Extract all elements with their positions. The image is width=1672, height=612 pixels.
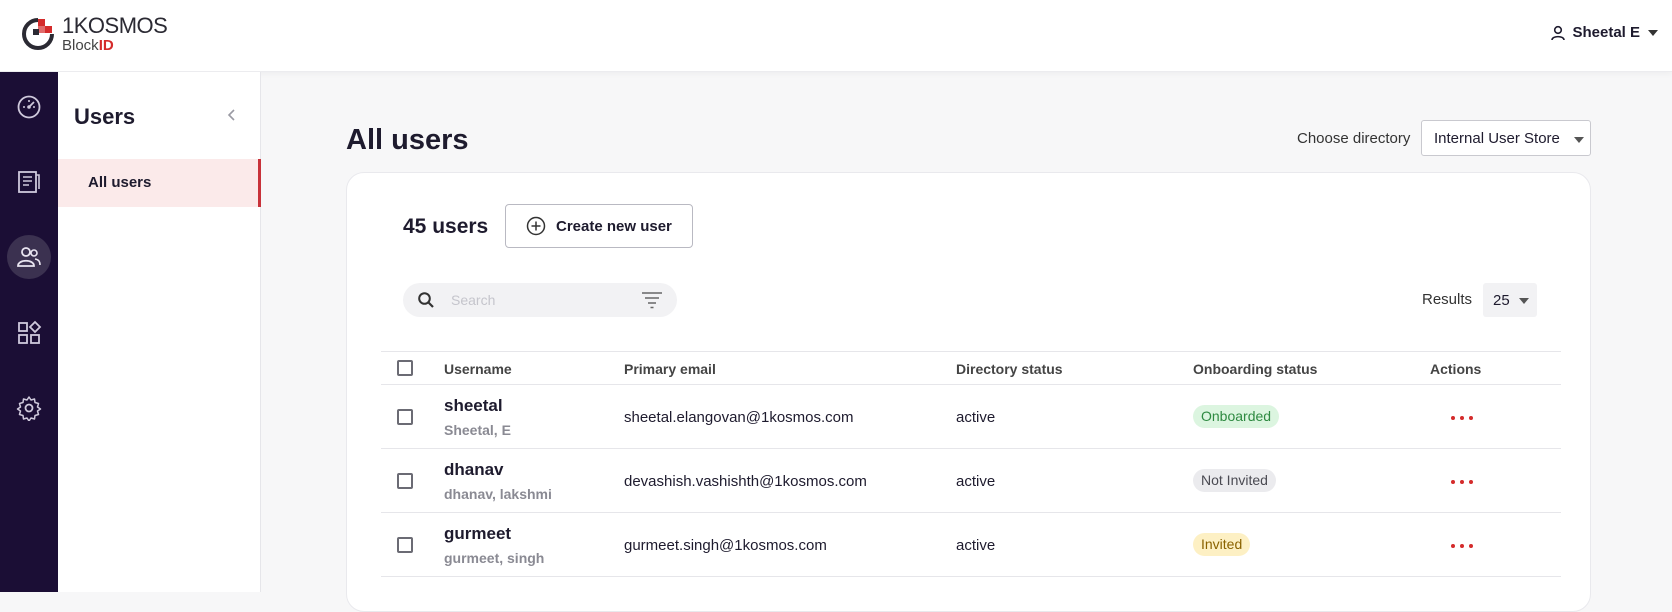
user-email: devashish.vashishth@1kosmos.com [624, 473, 867, 490]
username[interactable]: dhanav [444, 460, 504, 480]
users-table: Username Primary email Directory status … [381, 351, 1561, 577]
reports-nav[interactable] [7, 160, 51, 204]
directory-select[interactable]: Internal User Store [1421, 120, 1591, 156]
column-header-directory-status[interactable]: Directory status [956, 361, 1063, 377]
search-icon [418, 292, 434, 308]
users-card: 45 users Create new user Results 25 User… [346, 172, 1591, 612]
filter-icon[interactable] [641, 291, 663, 309]
user-full-name: gurmeet, singh [444, 550, 545, 566]
results-value: 25 [1493, 292, 1510, 309]
collapse-sidebar-button[interactable] [226, 108, 238, 127]
username[interactable]: sheetal [444, 396, 503, 416]
create-user-button[interactable]: Create new user [505, 204, 693, 248]
row-actions-button[interactable] [1451, 416, 1473, 420]
top-bar: 1KOSMOS BlockID Sheetal E [0, 0, 1672, 72]
user-full-name: dhanav, lakshmi [444, 486, 552, 502]
apps-nav[interactable] [7, 311, 51, 355]
create-user-label: Create new user [556, 217, 672, 235]
settings-nav[interactable] [7, 386, 51, 430]
logo-sub-text: BlockID [62, 37, 114, 54]
directory-label: Choose directory [1297, 130, 1411, 147]
results-per-page-select[interactable]: 25 [1483, 283, 1537, 317]
user-count: 45 users [403, 215, 489, 238]
user-icon [1551, 25, 1566, 40]
username[interactable]: gurmeet [444, 524, 511, 544]
directory-value: Internal User Store [1434, 130, 1560, 147]
user-name: Sheetal E [1572, 24, 1640, 41]
more-dots-icon [1451, 416, 1455, 420]
search-bar [403, 283, 677, 317]
column-header-onboarding-status[interactable]: Onboarding status [1193, 361, 1317, 377]
chevron-down-icon [1574, 137, 1584, 143]
user-menu[interactable]: Sheetal E [1550, 24, 1658, 41]
apps-icon [18, 320, 42, 344]
column-header-actions: Actions [1430, 361, 1482, 377]
column-header-email[interactable]: Primary email [624, 361, 716, 377]
page-title: All users [346, 124, 469, 156]
chevron-left-icon [227, 109, 235, 121]
main-content: All users Choose directory Internal User… [262, 72, 1672, 612]
table-row[interactable]: sheetal Sheetal, E sheetal.elangovan@1ko… [381, 385, 1561, 449]
directory-status: active [956, 537, 996, 554]
dashboard-icon [17, 95, 41, 119]
row-checkbox[interactable] [397, 473, 413, 489]
row-checkbox[interactable] [397, 537, 413, 553]
dashboard-nav[interactable] [7, 85, 51, 129]
settings-icon [16, 396, 42, 421]
directory-status: active [956, 473, 996, 490]
row-actions-button[interactable] [1451, 544, 1473, 548]
users-subnav: Users All users [58, 72, 261, 592]
users-icon [17, 247, 41, 267]
row-checkbox[interactable] [397, 409, 413, 425]
logo-main-text: 1KOSMOS [62, 13, 168, 38]
logo-mark-icon [20, 16, 56, 52]
select-all-checkbox[interactable] [397, 360, 413, 376]
table-header: Username Primary email Directory status … [381, 351, 1561, 385]
column-header-username[interactable]: Username [444, 361, 512, 377]
logo-text: 1KOSMOS BlockID [62, 13, 168, 54]
search-input[interactable] [451, 290, 621, 310]
user-email: gurmeet.singh@1kosmos.com [624, 537, 827, 554]
chevron-down-icon [1648, 29, 1658, 36]
chevron-down-icon [1519, 298, 1529, 304]
status-badge: Onboarded [1193, 405, 1280, 428]
icon-rail [0, 72, 58, 592]
users-nav[interactable] [7, 235, 51, 279]
results-label: Results [1422, 291, 1473, 308]
subnav-title: Users [74, 104, 136, 129]
table-row[interactable]: gurmeet gurmeet, singh gurmeet.singh@1ko… [381, 513, 1561, 577]
report-icon [18, 171, 40, 193]
user-email: sheetal.elangovan@1kosmos.com [624, 409, 854, 426]
status-badge: Not Invited [1193, 469, 1276, 492]
status-badge: Invited [1193, 533, 1251, 556]
table-row[interactable]: dhanav dhanav, lakshmi devashish.vashish… [381, 449, 1561, 513]
plus-circle-icon [526, 216, 546, 236]
directory-status: active [956, 409, 996, 426]
user-full-name: Sheetal, E [444, 422, 511, 438]
row-actions-button[interactable] [1451, 480, 1473, 484]
subnav-item-all-users[interactable]: All users [58, 159, 261, 207]
more-dots-icon [1451, 544, 1455, 548]
brand-logo[interactable]: 1KOSMOS BlockID [20, 13, 168, 54]
more-dots-icon [1451, 480, 1455, 484]
